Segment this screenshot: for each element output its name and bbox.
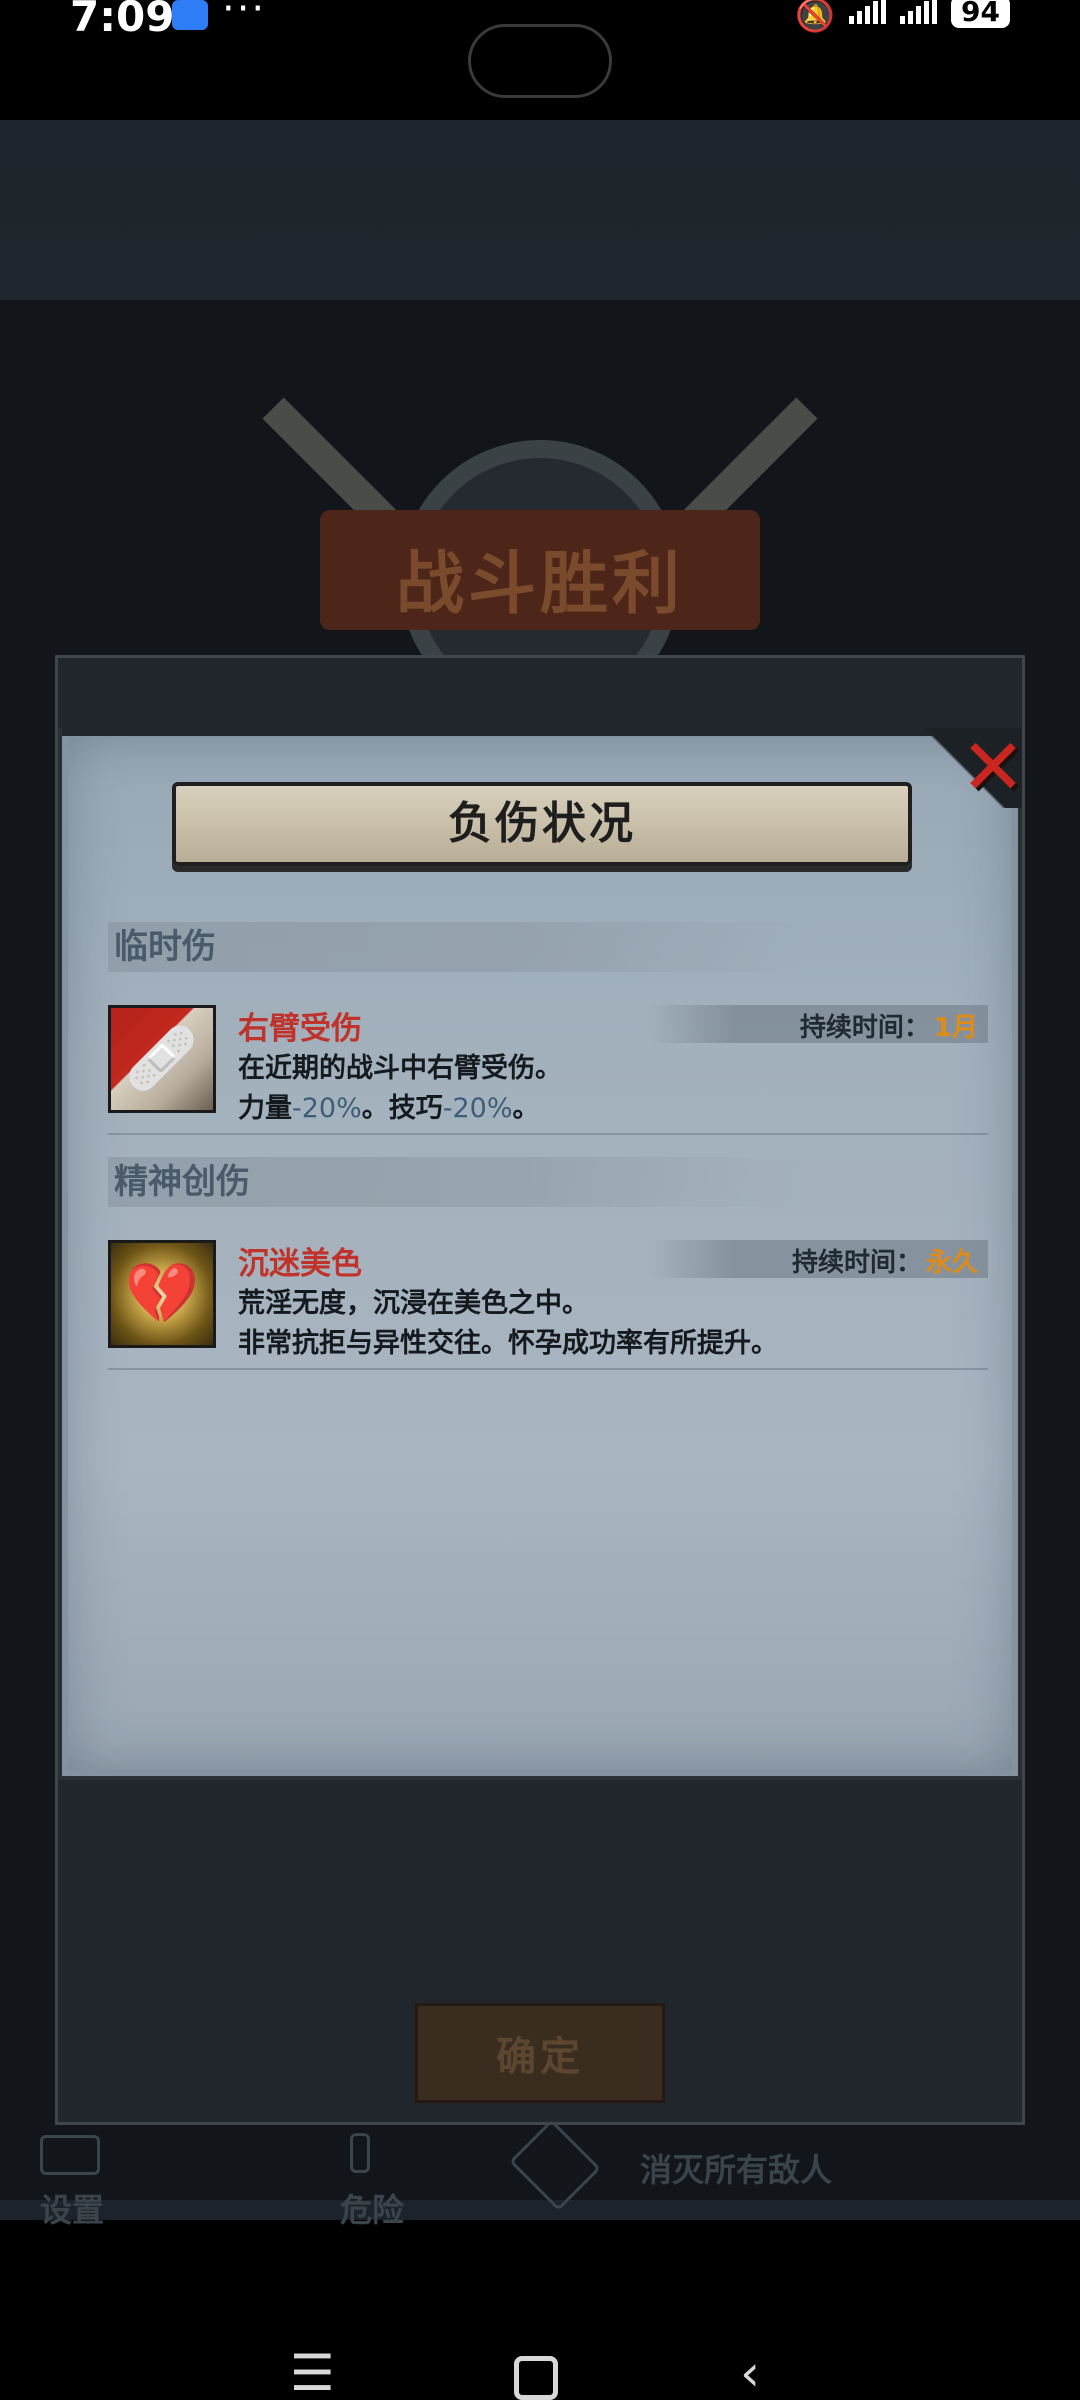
injury-item[interactable]: 💔 沉迷美色 持续时间： 永久 荒淫无度，沉浸在美色之中。 非常抗拒与异性交往。怀…: [108, 1240, 988, 1370]
signal-5g-icon: [849, 0, 887, 24]
status-icons: 🔕 94: [795, 0, 1010, 34]
confirm-button[interactable]: 确定: [415, 2003, 665, 2103]
bandaged-arm-icon: 🩹: [108, 1005, 216, 1113]
description-line: 荒淫无度，沉浸在美色之中。: [238, 1288, 589, 1319]
crossed-swords-icon: [509, 2119, 601, 2211]
stat-skill-value: -20%: [442, 1093, 513, 1124]
section-header-temporary: 临时伤: [108, 922, 808, 972]
battery-icon: 94: [951, 0, 1010, 28]
duration-value: 永久: [925, 1248, 978, 1278]
app-notification-icon: [172, 0, 208, 30]
bandage-icon: 🩹: [124, 1024, 200, 1094]
broken-heart-glyph: 💔: [124, 1259, 200, 1329]
injury-description: 荒淫无度，沉浸在美色之中。 非常抗拒与异性交往。怀孕成功率有所提升。: [238, 1284, 778, 1364]
injury-item[interactable]: 🩹 右臂受伤 持续时间： 1月 在近期的战斗中右臂受伤。 力量-20%。技巧-20…: [108, 1005, 988, 1135]
description-line: 非常抗拒与异性交往。怀孕成功率有所提升。: [238, 1328, 778, 1359]
injury-name: 右臂受伤: [238, 1011, 362, 1047]
description-line: 力量-20%。技巧-20%。: [238, 1089, 562, 1129]
duration-value: 1月: [933, 1013, 978, 1043]
recent-apps-icon[interactable]: ☰: [290, 2348, 335, 2398]
description-line: 在近期的战斗中右臂受伤。: [238, 1053, 562, 1084]
stat-skill-label: 。技巧: [361, 1093, 443, 1124]
status-bar: 7:09 ··· 🔕 94: [0, 0, 1080, 120]
settings-icon: [40, 2135, 100, 2175]
hud-objective-label: 消灭所有敌人: [640, 2151, 833, 2189]
stat-suffix: 。: [512, 1093, 540, 1124]
victory-title: 战斗胜利: [395, 545, 684, 624]
hud-settings-label[interactable]: 设置: [40, 2185, 104, 2231]
mute-icon: 🔕: [795, 0, 836, 34]
stat-strength-value: -20%: [292, 1093, 362, 1124]
broken-heart-icon: 💔: [108, 1240, 216, 1348]
section-label: 精神创伤: [114, 1162, 250, 1202]
signal-5g-icon: [900, 0, 938, 24]
close-button[interactable]: ✕: [958, 728, 1028, 808]
duration-label: 持续时间：: [799, 1013, 930, 1043]
status-time: 7:09: [70, 0, 175, 41]
more-notifications-icon: ···: [222, 0, 267, 32]
panel-top-border: [62, 722, 1018, 736]
front-camera: [468, 24, 612, 98]
injury-status-panel: 负伤状况 临时伤 🩹 右臂受伤 持续时间： 1月 在近期的战斗中右臂受伤。 力量-…: [58, 722, 1022, 1780]
section-label: 临时伤: [114, 927, 216, 967]
title-plate: 负伤状况: [172, 782, 912, 866]
stat-strength-label: 力量: [238, 1093, 292, 1124]
injury-duration: 持续时间： 1月: [800, 1007, 978, 1044]
section-header-mental: 精神创伤: [108, 1157, 808, 1207]
injury-name: 沉迷美色: [238, 1246, 362, 1282]
back-icon[interactable]: ‹: [740, 2348, 760, 2398]
hud-danger-label[interactable]: 危险: [340, 2185, 404, 2231]
panel-title: 负伤状况: [448, 798, 636, 849]
injury-duration: 持续时间： 永久: [792, 1242, 978, 1279]
system-nav-bar: ☰ ‹: [0, 2330, 1080, 2400]
home-icon[interactable]: [514, 2356, 558, 2400]
injury-description: 在近期的战斗中右臂受伤。 力量-20%。技巧-20%。: [238, 1049, 562, 1129]
bottom-hud: 设置 危险 消灭所有敌人: [0, 2115, 1080, 2229]
danger-icon: [350, 2133, 370, 2173]
duration-label: 持续时间：: [791, 1248, 922, 1278]
